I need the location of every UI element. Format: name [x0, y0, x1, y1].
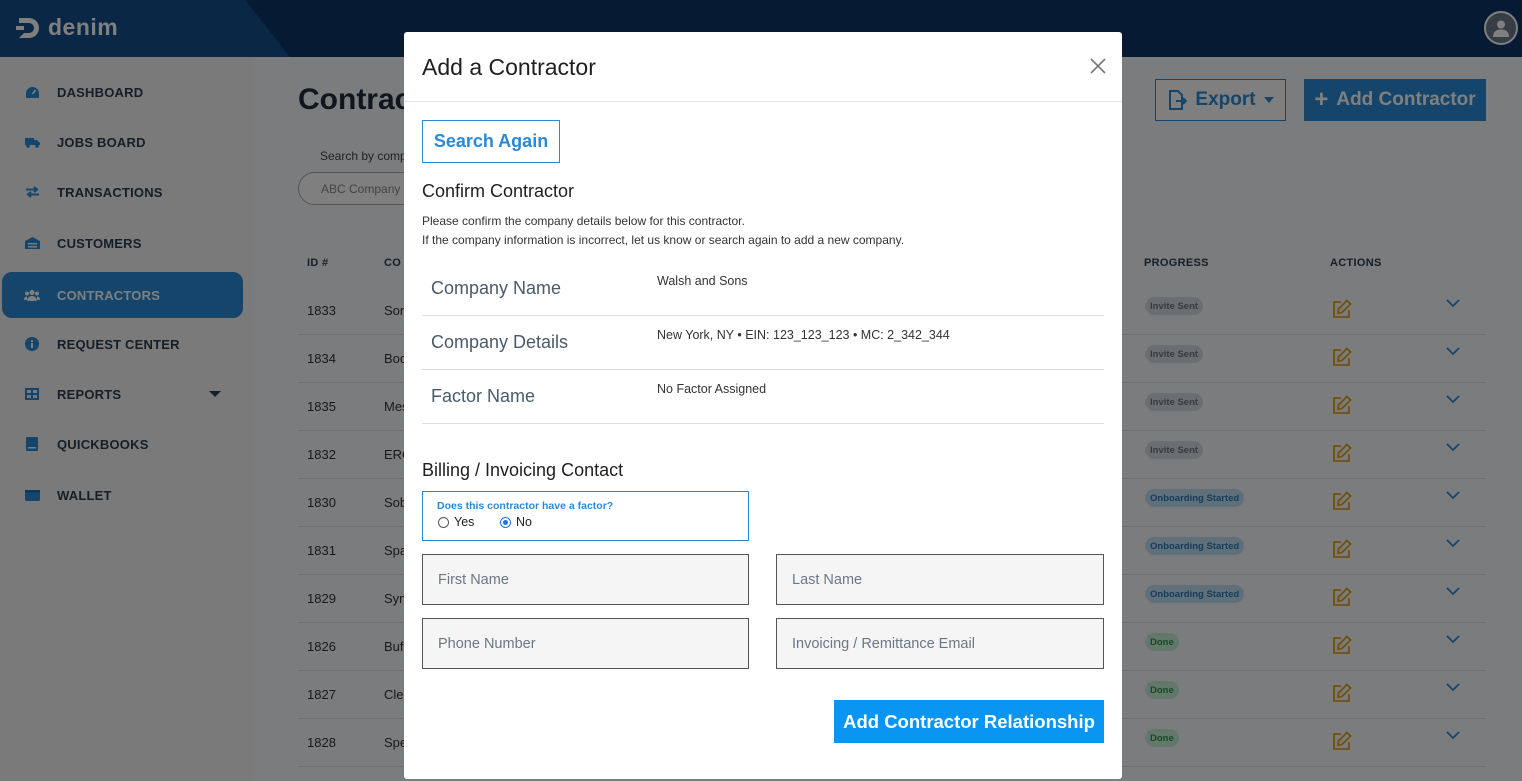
search-again-button[interactable]: Search Again [422, 120, 560, 163]
first-name-input[interactable] [438, 555, 748, 604]
company-name-label: Company Name [431, 278, 562, 298]
factor-yes-radio[interactable]: Yes [438, 515, 474, 529]
radio-button[interactable] [438, 516, 449, 528]
company-name-value: Walsh and Sons [657, 274, 748, 288]
radio-yes-label: Yes [454, 515, 475, 529]
factor-question-label: Does this contractor have a factor? [437, 500, 614, 512]
invoicing-email-input[interactable] [792, 619, 1103, 668]
company-details-value: New York, NY • EIN: 123_123_123 • MC: 2_… [657, 328, 950, 342]
company-name-row: Company Name Walsh and Sons [422, 262, 1104, 316]
factor-question-group: Does this contractor have a factor? Yes … [422, 491, 749, 541]
last-name-field[interactable] [776, 554, 1104, 605]
company-details-label: Company Details [431, 332, 569, 352]
phone-number-input[interactable] [438, 619, 748, 668]
confirm-contractor-heading: Confirm Contractor [422, 181, 575, 201]
close-button[interactable] [1090, 58, 1106, 74]
modal-header: Add a Contractor [404, 32, 1122, 102]
confirm-line-1: Please confirm the company details below… [422, 214, 745, 228]
confirm-line-2: If the company information is incorrect,… [422, 233, 905, 247]
phone-number-field[interactable] [422, 618, 749, 669]
factor-name-value: No Factor Assigned [657, 382, 767, 396]
add-contractor-relationship-button[interactable]: Add Contractor Relationship [834, 700, 1104, 743]
radio-no-label: No [516, 515, 532, 529]
add-contractor-modal: Add a Contractor Search Again Confirm Co… [404, 32, 1122, 779]
modal-title: Add a Contractor [422, 54, 596, 80]
factor-name-label: Factor Name [431, 386, 536, 406]
last-name-input[interactable] [792, 555, 1103, 604]
invoicing-email-field[interactable] [776, 618, 1104, 669]
radio-button-selected[interactable] [500, 516, 511, 528]
billing-contact-heading: Billing / Invoicing Contact [422, 460, 624, 480]
confirm-description: Please confirm the company details below… [422, 212, 904, 250]
factor-no-radio[interactable]: No [500, 515, 532, 529]
factor-name-row: Factor Name No Factor Assigned [422, 370, 1104, 424]
company-details-row: Company Details New York, NY • EIN: 123_… [422, 316, 1104, 370]
first-name-field[interactable] [422, 554, 749, 605]
close-icon [1090, 58, 1106, 74]
